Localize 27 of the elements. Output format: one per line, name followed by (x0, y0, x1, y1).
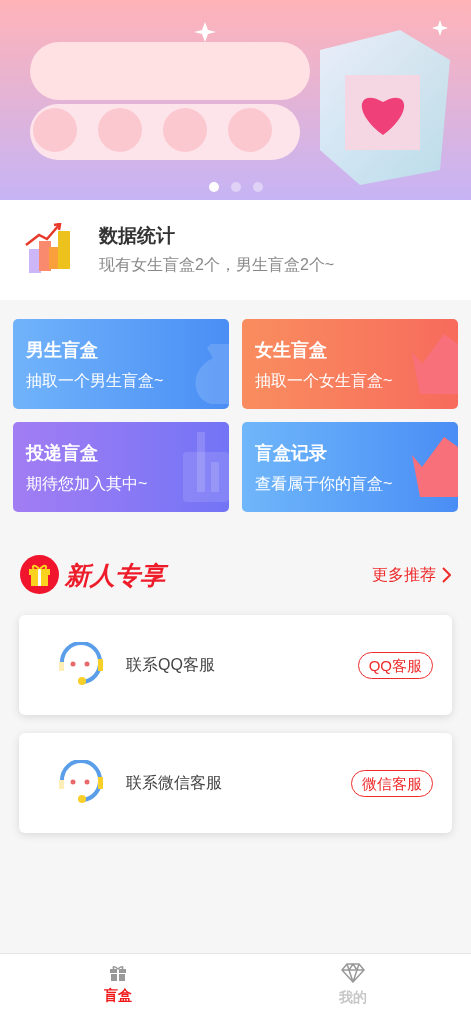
card-title: 投递盲盒 (26, 442, 99, 464)
more-link[interactable]: 更多推荐 (372, 562, 451, 587)
card-subtitle: 期待您加入其中~ (26, 474, 149, 494)
card-title: 女生盲盒 (255, 339, 328, 361)
service-label: 联系QQ客服 (126, 655, 216, 675)
card-subtitle: 抽取一个男生盲盒~ (26, 371, 165, 391)
stats-summary: 现有女生盲盒2个，男生盲盒2个~ (99, 255, 335, 275)
headset-icon (58, 760, 106, 806)
category-card[interactable]: 男生盲盒 抽取一个男生盲盒~ (13, 319, 229, 409)
category-card[interactable]: 盲盒记录 查看属于你的盲盒~ (242, 422, 458, 512)
crown-icon (412, 334, 458, 394)
category-card[interactable]: 投递盲盒 期待您加入其中~ (13, 422, 229, 512)
contact-button[interactable]: 微信客服 (351, 769, 433, 797)
service-label: 联系微信客服 (126, 773, 223, 793)
category-card[interactable]: 女生盲盒 抽取一个女生盲盒~ (242, 319, 458, 409)
chevron-right-icon (442, 566, 451, 583)
card-title: 男生盲盒 (26, 339, 99, 361)
crown-icon (412, 437, 458, 497)
gift-icon (20, 555, 59, 594)
tab-item[interactable]: 盲盒 (0, 954, 236, 1016)
diamond-icon (341, 962, 366, 983)
stats-title: 数据统计 (99, 224, 176, 248)
gift-icon (108, 964, 127, 981)
headset-icon (58, 642, 106, 688)
card-subtitle: 查看属于你的盲盒~ (255, 474, 394, 494)
card-title: 盲盒记录 (255, 442, 328, 464)
card-subtitle: 抽取一个女生盲盒~ (255, 371, 394, 391)
